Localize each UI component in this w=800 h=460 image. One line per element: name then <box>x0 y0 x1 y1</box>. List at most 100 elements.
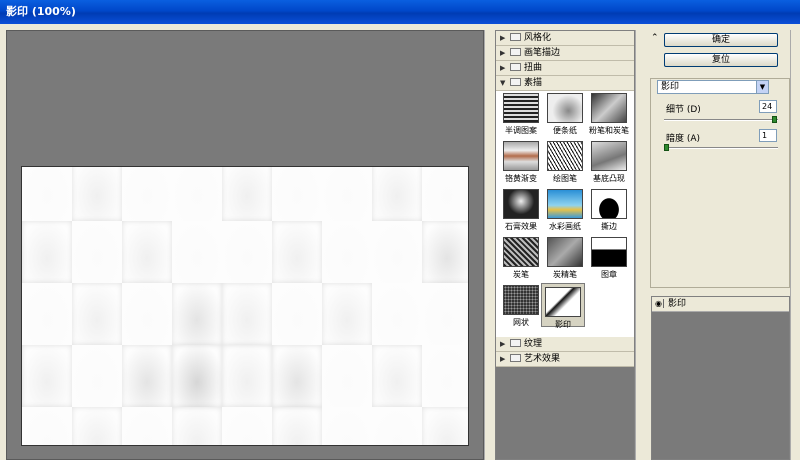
thumb-image <box>503 189 539 219</box>
thumb-graphic-pen[interactable]: 绘图笔 <box>543 141 587 184</box>
preview-scrollbar[interactable] <box>484 30 494 460</box>
expand-arrow-icon: ▶ <box>500 49 506 57</box>
window-title: 影印 (100%) <box>6 5 76 18</box>
thumb-chalk-charcoal[interactable]: 粉笔和炭笔 <box>587 93 631 136</box>
darkness-slider-handle[interactable] <box>664 144 669 151</box>
preview-tile <box>372 221 422 283</box>
folder-icon <box>510 48 521 56</box>
preview-tile <box>322 283 372 345</box>
thumb-image <box>503 237 539 267</box>
expand-arrow-icon: ▶ <box>500 34 506 42</box>
preview-tile <box>22 283 72 345</box>
preview-tile <box>222 221 272 283</box>
gallery-scrollbar[interactable] <box>635 30 643 460</box>
category-sketch[interactable]: ▼ 素描 <box>496 76 634 91</box>
title-bar: 影印 (100%) <box>0 0 800 24</box>
thumb-torn-edges[interactable]: 撕边 <box>587 189 631 232</box>
preview-tile <box>272 345 322 407</box>
thumb-image <box>547 93 583 123</box>
thumb-image <box>545 287 581 317</box>
thumb-halftone-pattern[interactable]: 半调图案 <box>499 93 543 136</box>
preview-tile <box>172 345 222 407</box>
preview-tile <box>422 221 468 283</box>
preview-tile <box>22 221 72 283</box>
thumb-charcoal[interactable]: 炭笔 <box>499 237 543 280</box>
preview-canvas[interactable] <box>21 166 469 446</box>
preview-tile <box>372 407 422 445</box>
preview-tile <box>322 221 372 283</box>
thumb-conte-crayon[interactable]: 炭精笔 <box>543 237 587 280</box>
preview-tile <box>72 221 122 283</box>
folder-icon <box>510 63 521 71</box>
detail-slider-handle[interactable] <box>772 116 777 123</box>
expand-arrow-icon: ▶ <box>500 64 506 72</box>
category-artistic[interactable]: ▶ 艺术效果 <box>496 352 634 367</box>
preview-tile <box>422 407 468 445</box>
thumb-water-paper[interactable]: 水彩画纸 <box>543 189 587 232</box>
detail-slider[interactable] <box>664 116 778 123</box>
preview-tile <box>322 167 372 221</box>
folder-icon <box>510 354 521 362</box>
preview-tile <box>22 407 72 445</box>
darkness-label: 暗度 (A) <box>666 134 701 144</box>
preview-tile <box>222 167 272 221</box>
preview-tile <box>72 283 122 345</box>
thumb-image <box>591 237 627 267</box>
preview-tile <box>222 345 272 407</box>
preview-tile <box>172 283 222 345</box>
expand-arrow-icon: ▶ <box>500 355 506 363</box>
preview-tile <box>272 221 322 283</box>
category-stylize[interactable]: ▶ 风格化 <box>496 31 634 46</box>
effect-layer-row[interactable]: ◉ 影印 <box>652 297 789 312</box>
category-texture[interactable]: ▶ 纹理 <box>496 337 634 352</box>
panel-scrollbar[interactable] <box>790 30 800 460</box>
category-distort[interactable]: ▶ 扭曲 <box>496 61 634 76</box>
reset-button[interactable]: 复位 <box>664 53 778 67</box>
darkness-input[interactable]: 1 <box>759 129 777 142</box>
effect-layers-panel: ◉ 影印 <box>651 296 790 460</box>
thumb-image <box>503 285 539 315</box>
thumb-image <box>591 93 627 123</box>
detail-input[interactable]: 24 <box>759 100 777 113</box>
preview-tile <box>172 407 222 445</box>
thumb-image <box>547 141 583 171</box>
collapse-gallery-icon[interactable]: ⌃ <box>651 33 659 43</box>
thumb-image <box>591 189 627 219</box>
preview-tile <box>272 283 322 345</box>
darkness-slider[interactable] <box>664 144 778 151</box>
preview-tile <box>422 167 468 221</box>
preview-tile <box>72 407 122 445</box>
folder-open-icon <box>510 78 521 86</box>
preview-tile <box>122 345 172 407</box>
category-brush-strokes[interactable]: ▶ 画笔描边 <box>496 46 634 61</box>
preview-tile <box>422 283 468 345</box>
thumb-chrome[interactable]: 铬黄渐变 <box>499 141 543 184</box>
preview-tile <box>122 283 172 345</box>
preview-tile <box>72 167 122 221</box>
thumb-plaster[interactable]: 石膏效果 <box>499 189 543 232</box>
preview-tile <box>372 167 422 221</box>
filter-select[interactable]: 影印 ▼ <box>657 80 769 94</box>
preview-area[interactable] <box>6 30 484 460</box>
preview-tile <box>172 167 222 221</box>
preview-tile <box>222 283 272 345</box>
preview-tile <box>122 221 172 283</box>
thumb-reticulation[interactable]: 网状 <box>499 285 543 328</box>
ok-button[interactable]: 确定 <box>664 33 778 47</box>
detail-label: 细节 (D) <box>666 105 701 115</box>
preview-tile <box>172 221 222 283</box>
preview-tile <box>22 167 72 221</box>
thumb-note-paper[interactable]: 便条纸 <box>543 93 587 136</box>
thumbnail-grid: 半调图案 便条纸 粉笔和炭笔 铬黄渐变 绘图笔 基底凸现 石膏效果 水彩画纸 撕… <box>496 91 634 337</box>
thumb-image <box>503 93 539 123</box>
thumb-bas-relief[interactable]: 基底凸现 <box>587 141 631 184</box>
folder-icon <box>510 339 521 347</box>
collapse-arrow-icon: ▼ <box>500 79 506 87</box>
preview-tile <box>22 345 72 407</box>
preview-tile <box>72 345 122 407</box>
filter-gallery: ▶ 风格化 ▶ 画笔描边 ▶ 扭曲 ▼ 素描 半调图案 便条纸 粉笔和炭笔 铬黄渐变 绘… <box>495 30 635 460</box>
thumb-photocopy-selected[interactable]: 影印 <box>541 283 585 329</box>
eye-icon[interactable]: ◉ <box>655 299 664 308</box>
thumb-stamp[interactable]: 图章 <box>587 237 631 280</box>
chevron-down-icon: ▼ <box>756 81 768 93</box>
